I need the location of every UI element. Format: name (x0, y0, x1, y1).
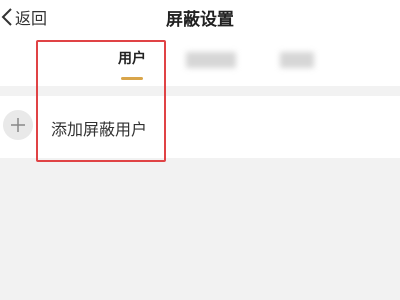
page-title: 屏蔽设置 (166, 10, 234, 30)
add-button[interactable] (3, 110, 33, 140)
tab-users[interactable]: 用户 (104, 48, 160, 80)
header-bar: 返回 屏蔽设置 (0, 0, 400, 34)
plus-icon (11, 118, 25, 132)
add-blocked-user-row[interactable]: 添加屏蔽用户 (0, 96, 400, 158)
active-tab-indicator (121, 77, 143, 80)
tab-label: 用户 (118, 51, 146, 67)
blurred-tab[interactable] (280, 52, 314, 68)
section-divider (0, 86, 400, 96)
blurred-tab[interactable] (186, 52, 236, 68)
tab-bar: 用户 (0, 34, 400, 86)
add-blocked-user-label: 添加屏蔽用户 (51, 120, 148, 139)
